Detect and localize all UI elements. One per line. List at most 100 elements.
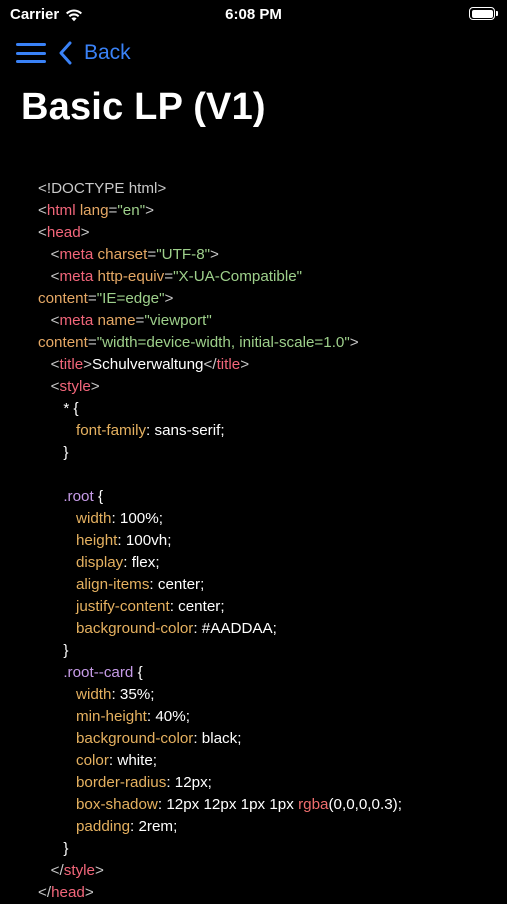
code-token-prop: height: [75, 532, 118, 549]
code-line: background-color: black;: [38, 728, 498, 750]
code-line: width: 35%;: [38, 684, 498, 706]
code-token-punct: </: [203, 356, 217, 373]
code-line: }: [38, 838, 498, 860]
code-line: box-shadow: 12px 12px 1px 1px rgba(0,0,0…: [38, 794, 498, 816]
code-token-text: : flex;: [123, 554, 160, 571]
code-token-punct: <: [38, 246, 60, 263]
code-token-func: rgba: [298, 796, 329, 813]
code-token-punct: >: [83, 356, 93, 373]
chevron-left-icon: [59, 41, 72, 65]
code-token-text: : 35%;: [111, 686, 155, 703]
code-token-string: "en": [117, 202, 146, 219]
code-token-text: {: [93, 488, 104, 505]
code-token-prop: justify-content: [75, 598, 170, 615]
code-line: background-color: #AADDAA;: [38, 618, 498, 640]
code-line: align-items: center;: [38, 574, 498, 596]
code-line: <html lang="en">: [38, 200, 498, 222]
code-line: * {: [38, 398, 498, 420]
code-token-text: : center;: [149, 576, 205, 593]
code-token-prop: padding: [75, 818, 131, 835]
code-token-prop: width: [75, 686, 112, 703]
back-button[interactable]: Back: [58, 38, 131, 68]
code-token-attr: lang: [79, 202, 109, 219]
code-line: }: [38, 442, 498, 464]
code-token-text: Schulverwaltung: [92, 356, 204, 373]
code-token-punct: </: [38, 862, 64, 879]
code-token-sel: .root--card: [63, 664, 134, 681]
code-token-punct: =: [87, 290, 97, 307]
code-token-text: }: [38, 840, 69, 857]
code-line: <style>: [38, 376, 498, 398]
code-token-text: {: [133, 664, 143, 681]
code-line: <!DOCTYPE html>: [38, 178, 498, 200]
code-token-punct: >: [240, 356, 250, 373]
code-token-tag: head: [51, 884, 85, 901]
code-token-string: "IE=edge": [96, 290, 165, 307]
back-button-label: Back: [84, 41, 131, 64]
code-line: display: flex;: [38, 552, 498, 574]
code-token-tag: html: [46, 202, 76, 219]
code-token-punct: >: [164, 290, 174, 307]
code-line: <meta name="viewport": [38, 310, 498, 332]
code-viewer[interactable]: <!DOCTYPE html> <html lang="en"> <head> <m…: [38, 178, 498, 904]
battery-level: [471, 9, 493, 18]
code-line: </head>: [38, 882, 498, 904]
code-token-string: "viewport": [144, 312, 212, 329]
code-token-prop: width: [75, 510, 112, 527]
code-token-punct: >: [80, 224, 90, 241]
code-token-attr: http-equiv: [97, 268, 165, 285]
code-token-tag: meta: [59, 312, 94, 329]
code-line: <head>: [38, 222, 498, 244]
navigation-bar: Back: [0, 32, 507, 76]
code-line: width: 100%;: [38, 508, 498, 530]
code-token-punct: >: [94, 862, 104, 879]
code-line: color: white;: [38, 750, 498, 772]
code-token-text: : black;: [193, 730, 242, 747]
code-token-punct: <: [38, 312, 60, 329]
code-token-punct: =: [147, 246, 157, 263]
hamburger-menu-icon[interactable]: [16, 42, 46, 64]
code-line: }: [38, 640, 498, 662]
status-bar: Carrier 6:08 PM: [0, 0, 507, 30]
code-token-string: "UTF-8": [156, 246, 211, 263]
code-token-text: : #AADDAA;: [193, 620, 277, 637]
code-token-punct: >: [145, 202, 154, 219]
code-line: <title>Schulverwaltung</title>: [38, 354, 498, 376]
code-token-text: : 40%;: [146, 708, 190, 725]
code-line: content="IE=edge">: [38, 288, 498, 310]
code-token-punct: >: [349, 334, 359, 351]
code-token-punct: <: [38, 202, 47, 219]
code-token-punct: <: [38, 356, 60, 373]
code-token-attr: content: [38, 334, 88, 351]
code-token-tag: style: [59, 378, 91, 395]
code-line: <meta charset="UTF-8">: [38, 244, 498, 266]
code-token-sel: .root: [63, 488, 94, 505]
code-token-punct: =: [87, 334, 97, 351]
code-token-string: "X-UA-Compatible": [173, 268, 303, 285]
code-token-text: (0,0,0,0.3);: [328, 796, 402, 813]
code-token-prop: border-radius: [75, 774, 167, 791]
code-token-text: : white;: [108, 752, 158, 769]
code-token-punct: >: [210, 246, 219, 263]
code-token-tag: title: [59, 356, 84, 373]
code-token-attr: name: [97, 312, 136, 329]
code-token-text: }: [38, 444, 69, 461]
code-token-string: "width=device-width, initial-scale=1.0": [96, 334, 350, 351]
code-token-text: : 100vh;: [117, 532, 172, 549]
code-token-prop: background-color: [75, 620, 194, 637]
code-token-text: : 12px;: [166, 774, 212, 791]
code-line: </style>: [38, 860, 498, 882]
code-token-punct: <!DOCTYPE html>: [38, 180, 167, 197]
